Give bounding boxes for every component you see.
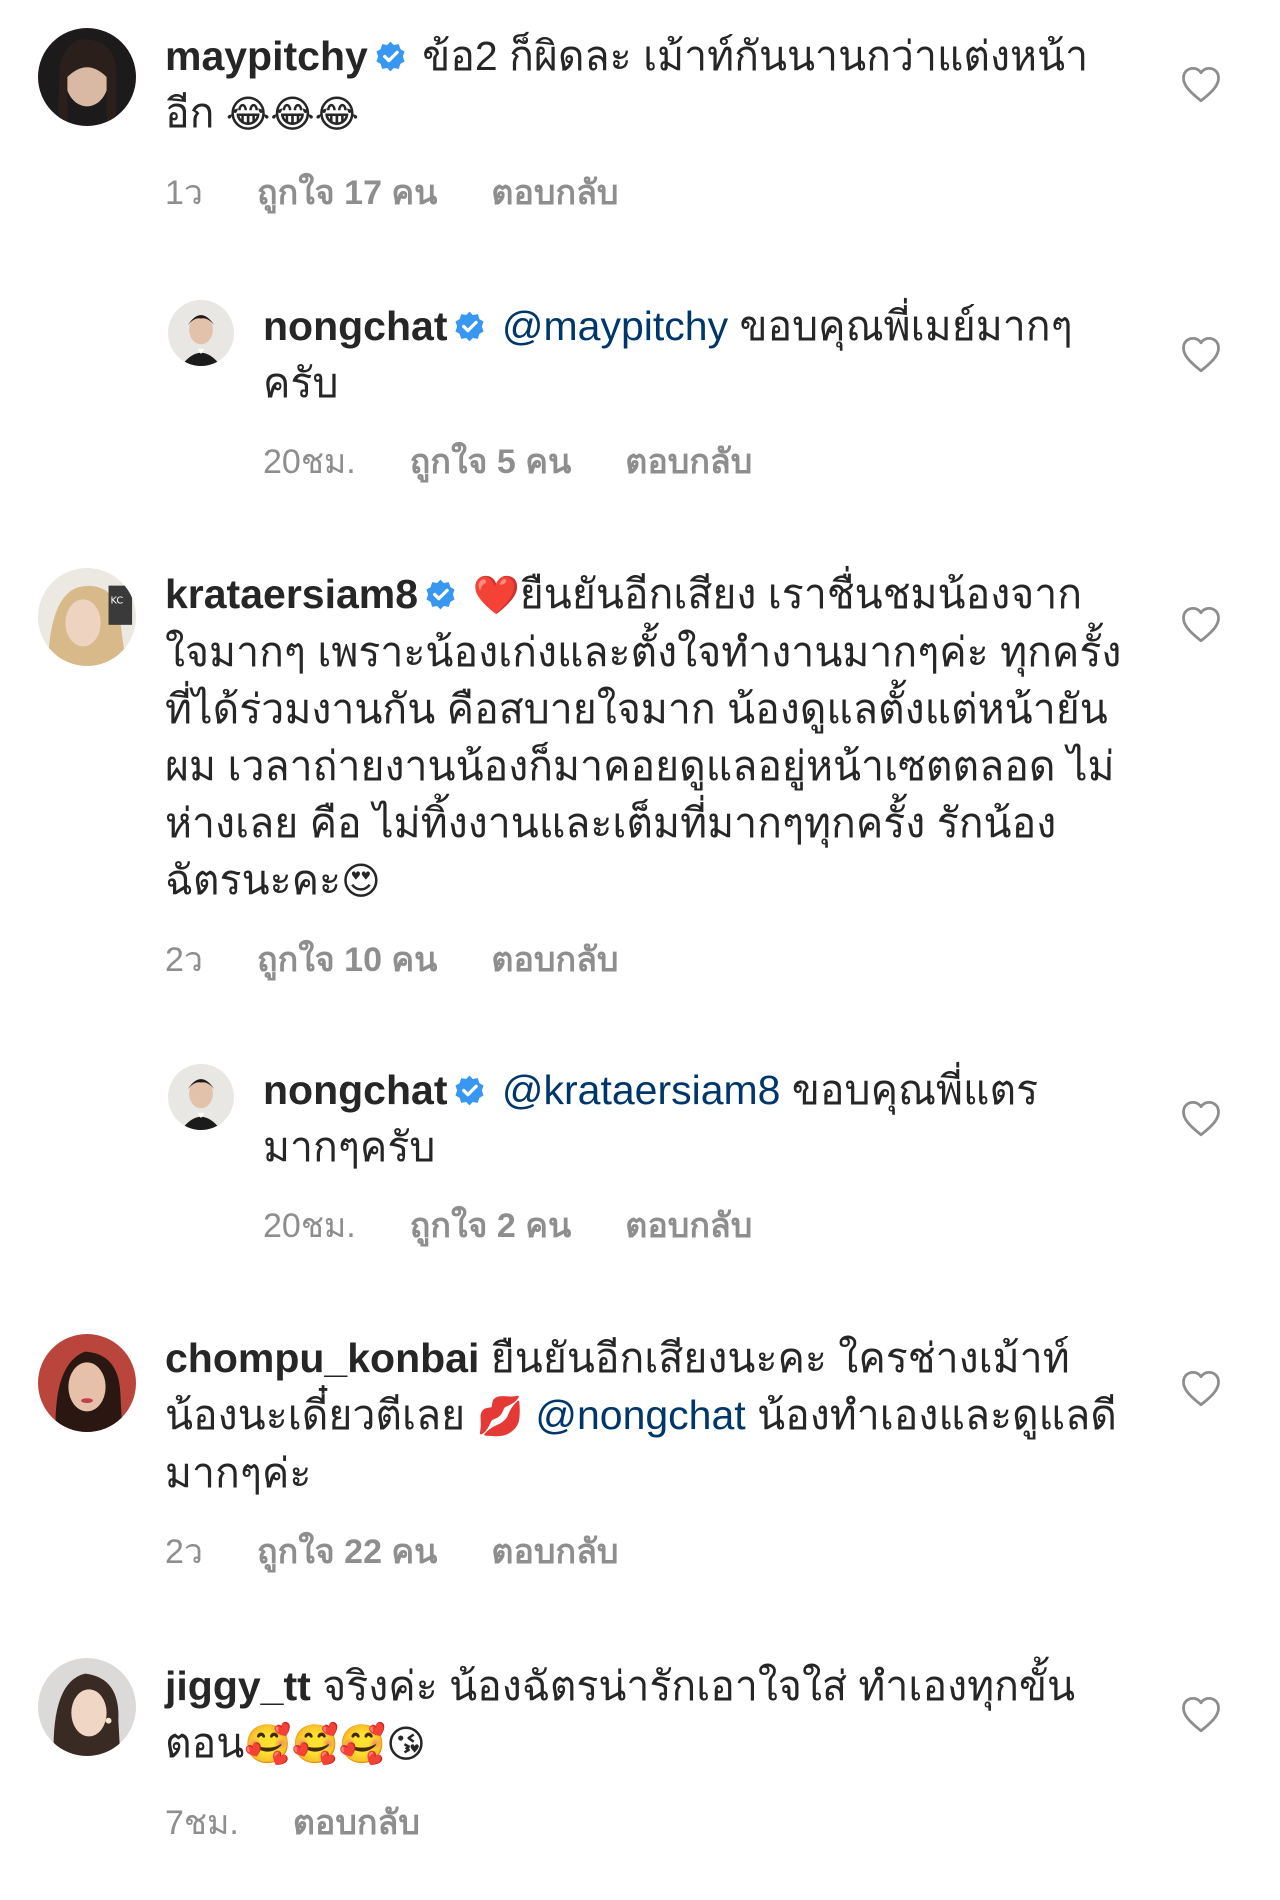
reply-button[interactable]: ตอบกลับ: [293, 1795, 420, 1849]
username[interactable]: chompu_konbai: [165, 1335, 479, 1381]
avatar[interactable]: KC: [38, 568, 136, 666]
timestamp: 1ว: [165, 174, 204, 212]
emoji: 😍: [341, 859, 381, 903]
verified-badge-icon: [453, 310, 486, 343]
emoji: 🥰🥰🥰😘: [244, 1722, 426, 1766]
username[interactable]: krataersiam8: [165, 571, 418, 617]
reply-button[interactable]: ตอบกลับ: [491, 932, 618, 986]
mention-link[interactable]: @maypitchy: [502, 303, 728, 349]
comment-meta: 20ชม. ถูกใจ 2 คน ตอบกลับ: [263, 1198, 1123, 1252]
comment-text: krataersiam8 ❤️ยืนยันอีกเสียง เราชื่นชมน…: [165, 566, 1125, 910]
likes-count[interactable]: ถูกใจ 22 คน: [257, 1524, 437, 1578]
verified-badge-icon: [453, 1074, 486, 1107]
timestamp: 20ชม.: [263, 443, 356, 481]
comment-text: nongchat @krataersiam8 ขอบคุณพี่แตรมากๆค…: [263, 1062, 1123, 1176]
heart-outline-icon[interactable]: [1180, 64, 1222, 106]
comment-text: nongchat @maypitchy ขอบคุณพี่เมย์มากๆครั…: [263, 298, 1123, 412]
username[interactable]: nongchat: [263, 303, 447, 349]
kiss-mark-emoji: 💋: [476, 1394, 524, 1438]
username[interactable]: nongchat: [263, 1067, 447, 1113]
timestamp: 2ว: [165, 1533, 204, 1571]
heart-outline-icon[interactable]: [1180, 334, 1222, 376]
username[interactable]: maypitchy: [165, 33, 368, 79]
comment-text: chompu_konbai ยืนยันอีกเสียงนะคะ ใครช่าง…: [165, 1330, 1125, 1502]
emoji: 😂😂😂: [225, 92, 360, 136]
heart-outline-icon[interactable]: [1180, 1694, 1222, 1736]
comment-meta: 2ว ถูกใจ 22 คน ตอบกลับ: [165, 1524, 1125, 1578]
username[interactable]: jiggy_tt: [165, 1663, 311, 1709]
timestamp: 7ชม.: [165, 1804, 239, 1842]
mention-link[interactable]: @krataersiam8: [502, 1067, 781, 1113]
comment-meta: 2ว ถูกใจ 10 คน ตอบกลับ: [165, 932, 1125, 986]
heart-outline-icon[interactable]: [1180, 1098, 1222, 1140]
svg-text:KC: KC: [111, 595, 124, 606]
reply-button[interactable]: ตอบกลับ: [491, 1524, 618, 1578]
mention-link[interactable]: @nongchat: [535, 1392, 745, 1438]
avatar[interactable]: [168, 1064, 234, 1130]
reply-button[interactable]: ตอบกลับ: [625, 1198, 752, 1252]
likes-count[interactable]: ถูกใจ 10 คน: [257, 932, 437, 986]
heart-outline-icon[interactable]: [1180, 604, 1222, 646]
avatar[interactable]: [38, 1334, 136, 1432]
verified-badge-icon: [374, 40, 407, 73]
comment-meta: 20ชม. ถูกใจ 5 คน ตอบกลับ: [263, 434, 1123, 488]
avatar[interactable]: [38, 1658, 136, 1756]
comment-meta: 7ชม. ตอบกลับ: [165, 1795, 1125, 1849]
heart-outline-icon[interactable]: [1180, 1368, 1222, 1410]
timestamp: 2ว: [165, 941, 204, 979]
likes-count[interactable]: ถูกใจ 17 คน: [257, 165, 437, 219]
red-heart-emoji: ❤️: [472, 573, 520, 617]
timestamp: 20ชม.: [263, 1207, 356, 1245]
comment-text: jiggy_tt จริงค่ะ น้องฉัตรน่ารักเอาใจใส่ …: [165, 1658, 1125, 1773]
avatar[interactable]: [168, 300, 234, 366]
verified-badge-icon: [424, 578, 457, 611]
likes-count[interactable]: ถูกใจ 2 คน: [410, 1198, 571, 1252]
likes-count[interactable]: ถูกใจ 5 คน: [410, 434, 571, 488]
comment-meta: 1ว ถูกใจ 17 คน ตอบกลับ: [165, 165, 1125, 219]
comment-feed: maypitchy ข้อ2 ก็ผิดละ เม้าท์กันนานกว่าแ…: [0, 0, 1280, 1900]
comment-body: ยืนยันอีกเสียง เราชื่นชมน้องจากใจมากๆ เพ…: [165, 571, 1122, 903]
comment-text: maypitchy ข้อ2 ก็ผิดละ เม้าท์กันนานกว่าแ…: [165, 28, 1125, 143]
reply-button[interactable]: ตอบกลับ: [491, 165, 618, 219]
reply-button[interactable]: ตอบกลับ: [625, 434, 752, 488]
avatar[interactable]: [38, 28, 136, 126]
